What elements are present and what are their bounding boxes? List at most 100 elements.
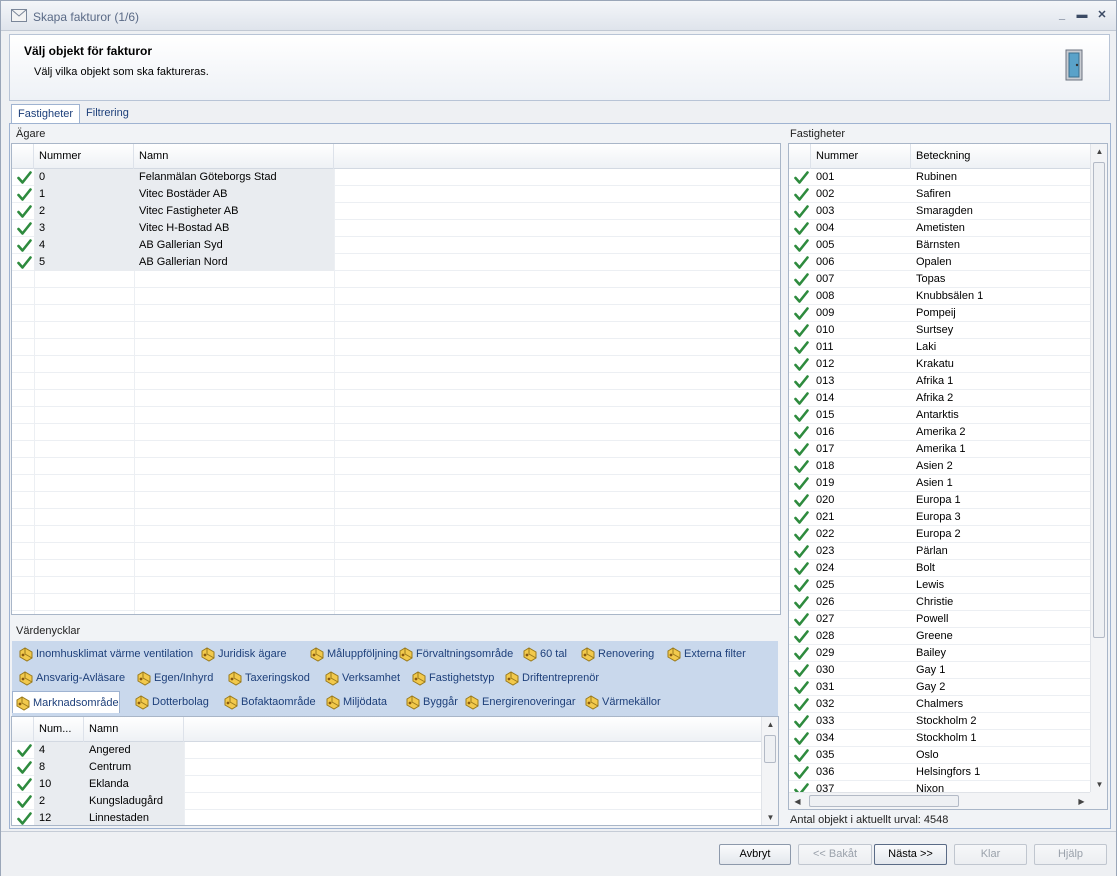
value-key-tab[interactable]: Juridisk ägare	[198, 643, 286, 665]
table-row[interactable]: 006 Opalen	[789, 254, 1090, 271]
value-key-tab[interactable]: Energirenoveringar	[462, 691, 576, 713]
checkmark-icon[interactable]	[794, 748, 809, 763]
table-row[interactable]: 027 Powell	[789, 611, 1090, 628]
table-row[interactable]: 035 Oslo	[789, 747, 1090, 764]
checkmark-icon[interactable]	[794, 510, 809, 525]
table-row[interactable]: 5 AB Gallerian Nord	[12, 254, 780, 271]
checkmark-icon[interactable]	[794, 408, 809, 423]
value-key-tab[interactable]: Renovering	[578, 643, 654, 665]
table-row[interactable]: 010 Surtsey	[789, 322, 1090, 339]
table-row[interactable]: 024 Bolt	[789, 560, 1090, 577]
value-key-tab[interactable]: Egen/Inhyrd	[134, 667, 213, 689]
table-row[interactable]: 036 Helsingfors 1	[789, 764, 1090, 781]
checkmark-icon[interactable]	[794, 170, 809, 185]
table-row[interactable]: 005 Bärnsten	[789, 237, 1090, 254]
value-key-tab[interactable]: Miljödata	[323, 691, 387, 713]
table-row[interactable]: 022 Europa 2	[789, 526, 1090, 543]
table-row[interactable]: 3 Vitec H-Bostad AB	[12, 220, 780, 237]
table-row[interactable]: 020 Europa 1	[789, 492, 1090, 509]
value-key-tab[interactable]: Verksamhet	[322, 667, 400, 689]
table-row[interactable]: 037 Nixon	[789, 781, 1090, 792]
owners-col-name[interactable]: Namn	[134, 144, 334, 169]
checkmark-icon[interactable]	[794, 289, 809, 304]
table-row[interactable]: 008 Knubbsälen 1	[789, 288, 1090, 305]
tab-filtrering[interactable]: Filtrering	[80, 104, 135, 124]
maximize-icon[interactable]: ▬	[1076, 9, 1088, 21]
checkmark-icon[interactable]	[794, 459, 809, 474]
checkmark-icon[interactable]	[17, 777, 32, 792]
value-key-tab[interactable]: Bofaktaområde	[221, 691, 316, 713]
table-row[interactable]: 002 Safiren	[789, 186, 1090, 203]
value-key-tab[interactable]: Fastighetstyp	[409, 667, 494, 689]
table-row[interactable]: 025 Lewis	[789, 577, 1090, 594]
checkmark-icon[interactable]	[794, 272, 809, 287]
table-row[interactable]: 021 Europa 3	[789, 509, 1090, 526]
help-button[interactable]: Hjälp	[1034, 844, 1107, 865]
properties-hscroll-thumb[interactable]	[809, 795, 959, 807]
table-row[interactable]: 011 Laki	[789, 339, 1090, 356]
table-row[interactable]: 015 Antarktis	[789, 407, 1090, 424]
table-row[interactable]: 023 Pärlan	[789, 543, 1090, 560]
market-scroll-thumb[interactable]	[764, 735, 776, 763]
table-row[interactable]: 033 Stockholm 2	[789, 713, 1090, 730]
checkmark-icon[interactable]	[794, 221, 809, 236]
table-row[interactable]: 026 Christie	[789, 594, 1090, 611]
table-row[interactable]: 12 Linnestaden	[12, 810, 761, 825]
next-button[interactable]: Nästa >>	[874, 844, 947, 865]
checkmark-icon[interactable]	[794, 561, 809, 576]
checkmark-icon[interactable]	[794, 595, 809, 610]
properties-vscrollbar[interactable]: ▲ ▼	[1090, 144, 1107, 792]
checkmark-icon[interactable]	[794, 731, 809, 746]
checkmark-icon[interactable]	[794, 340, 809, 355]
table-row[interactable]: 018 Asien 2	[789, 458, 1090, 475]
value-key-tab[interactable]: Inomhusklimat värme ventilation	[16, 643, 193, 665]
cancel-button[interactable]: Avbryt	[719, 844, 791, 865]
checkmark-icon[interactable]	[794, 255, 809, 270]
table-row[interactable]: 4 Angered	[12, 742, 761, 759]
value-key-tab[interactable]: Taxeringskod	[225, 667, 310, 689]
checkmark-icon[interactable]	[17, 170, 32, 185]
close-icon[interactable]: ✕	[1096, 9, 1108, 21]
checkmark-icon[interactable]	[794, 374, 809, 389]
properties-col-number[interactable]: Nummer	[811, 144, 911, 169]
table-row[interactable]: 019 Asien 1	[789, 475, 1090, 492]
checkmark-icon[interactable]	[794, 476, 809, 491]
checkmark-icon[interactable]	[794, 527, 809, 542]
checkmark-icon[interactable]	[17, 811, 32, 825]
finish-button[interactable]: Klar	[954, 844, 1027, 865]
value-key-tab[interactable]: Marknadsområde	[12, 691, 120, 713]
table-row[interactable]: 009 Pompeij	[789, 305, 1090, 322]
table-row[interactable]: 031 Gay 2	[789, 679, 1090, 696]
checkmark-icon[interactable]	[794, 680, 809, 695]
table-row[interactable]: 2 Vitec Fastigheter AB	[12, 203, 780, 220]
checkmark-icon[interactable]	[794, 782, 809, 792]
properties-vscroll-thumb[interactable]	[1093, 162, 1105, 638]
checkmark-icon[interactable]	[794, 612, 809, 627]
table-row[interactable]: 1 Vitec Bostäder AB	[12, 186, 780, 203]
table-row[interactable]: 2 Kungsladugård	[12, 793, 761, 810]
table-row[interactable]: 004 Ametisten	[789, 220, 1090, 237]
checkmark-icon[interactable]	[794, 493, 809, 508]
checkmark-icon[interactable]	[794, 646, 809, 661]
checkmark-icon[interactable]	[794, 714, 809, 729]
scroll-left-icon[interactable]: ◀	[789, 794, 806, 809]
checkmark-icon[interactable]	[17, 760, 32, 775]
value-key-tab[interactable]: Byggår	[403, 691, 458, 713]
checkmark-icon[interactable]	[794, 425, 809, 440]
tab-fastigheter[interactable]: Fastigheter	[11, 104, 81, 124]
checkmark-icon[interactable]	[794, 391, 809, 406]
checkmark-icon[interactable]	[17, 743, 32, 758]
value-key-tab[interactable]: Externa filter	[664, 643, 746, 665]
table-row[interactable]: 013 Afrika 1	[789, 373, 1090, 390]
table-row[interactable]: 001 Rubinen	[789, 169, 1090, 186]
checkmark-icon[interactable]	[17, 255, 32, 270]
table-row[interactable]: 016 Amerika 2	[789, 424, 1090, 441]
table-row[interactable]: 012 Krakatu	[789, 356, 1090, 373]
minimize-icon[interactable]: _	[1056, 9, 1068, 21]
value-key-tab[interactable]: Driftentreprenör	[502, 667, 599, 689]
owners-col-number[interactable]: Nummer	[34, 144, 134, 169]
checkmark-icon[interactable]	[794, 578, 809, 593]
table-row[interactable]: 4 AB Gallerian Syd	[12, 237, 780, 254]
value-key-tab[interactable]: Förvaltningsområde	[396, 643, 513, 665]
properties-hscrollbar[interactable]: ◀ ▶	[789, 792, 1090, 809]
